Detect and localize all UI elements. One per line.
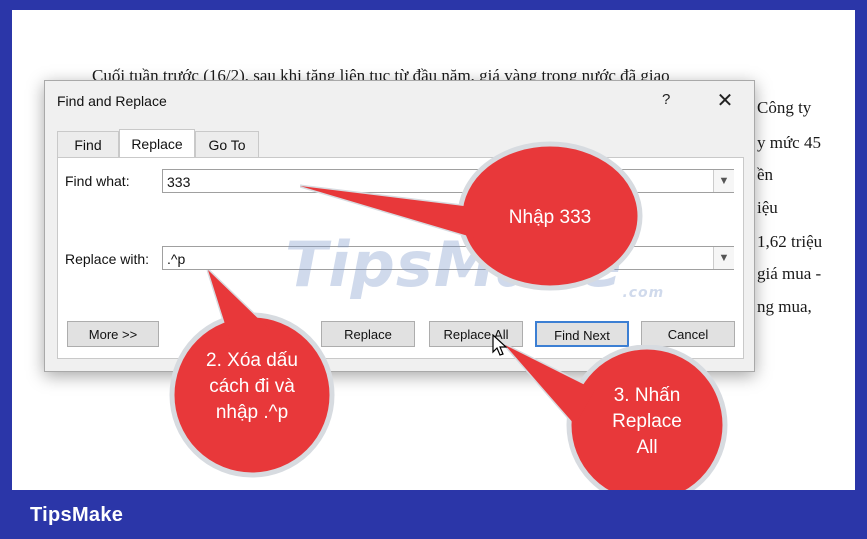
dialog-title: Find and Replace [57,93,167,109]
tab-replace[interactable]: Replace [119,129,195,158]
chevron-down-icon[interactable]: ▼ [713,247,734,269]
callout-step1-text: Nhập 333 [508,207,592,228]
chevron-down-icon[interactable]: ▼ [713,170,734,192]
footer-bar [0,490,867,539]
document-line: 1,62 triệu [757,232,823,251]
find-next-button[interactable]: Find Next [535,321,629,347]
callout-step3-text: 3. Nhấn Replace All [567,383,727,461]
document-line: giá mua - [757,264,822,283]
document-line: ng mua, [757,297,812,316]
cancel-button[interactable]: Cancel [641,321,735,347]
replace-all-button[interactable]: Replace All [429,321,523,347]
document-line: Công ty [757,98,812,117]
callout-step2-line: 2. Xóa dấu [206,350,298,371]
callout-step3-line: 3. Nhấn [613,385,681,406]
help-button[interactable]: ? [662,91,670,108]
replace-with-label: Replace with: [65,251,150,267]
callout-step2-line: nhập .^p [215,402,289,423]
callout-step3-line: All [636,437,658,458]
tab-find[interactable]: Find [57,131,119,158]
callout-step2-text: 2. Xóa dấu cách đi và nhập .^p [172,348,332,426]
find-what-label: Find what: [65,173,130,189]
footer-brand: TipsMake [30,504,124,526]
callout-step3-line: Replace [612,411,682,432]
document-line: ền [757,165,774,184]
callout-step2-line: cách đi và [209,376,295,397]
close-icon[interactable]: ✕ [713,88,737,113]
tab-go-to[interactable]: Go To [195,131,259,158]
more-button[interactable]: More >> [67,321,159,347]
mouse-cursor-icon [492,334,508,356]
document-line: y mức 45 [757,133,821,152]
document-line: iệu [757,198,778,217]
